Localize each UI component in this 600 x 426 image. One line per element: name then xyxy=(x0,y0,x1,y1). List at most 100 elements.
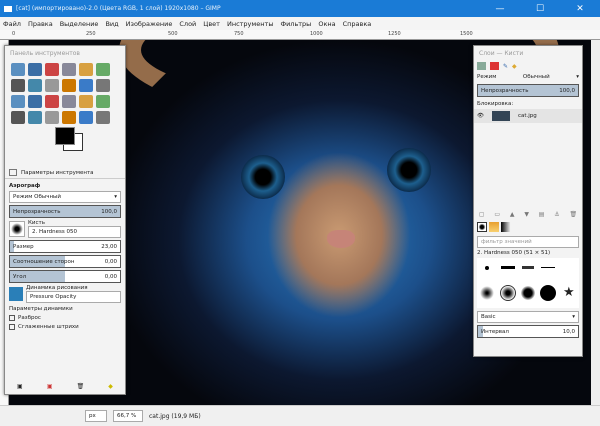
brush-field[interactable]: 2. Hardness 050 xyxy=(28,226,121,238)
tool-button-icon[interactable] xyxy=(45,95,59,108)
tab-brushes[interactable] xyxy=(477,222,487,232)
size-slider[interactable]: Размер 23,00 xyxy=(9,240,121,253)
tool-button-icon[interactable] xyxy=(96,95,110,108)
tool-button-icon[interactable] xyxy=(79,79,93,92)
tool-button-icon[interactable] xyxy=(28,63,42,76)
anchor-icon[interactable]: ⚓ xyxy=(554,211,559,218)
tool-button-icon[interactable] xyxy=(79,63,93,76)
layer-opacity-slider[interactable]: Непрозрачность 100,0 xyxy=(477,84,579,97)
tool-button-icon[interactable] xyxy=(79,95,93,108)
tool-button-icon[interactable] xyxy=(96,63,110,76)
raise-layer-icon[interactable]: ▲ xyxy=(510,211,515,218)
layer-mode-select[interactable]: Режим Обычный ▾ xyxy=(474,72,582,82)
spacing-slider[interactable]: Интервал 10,0 xyxy=(477,325,579,338)
tool-button-icon[interactable] xyxy=(11,63,25,76)
opacity-slider[interactable]: Непрозрачность 100,0 xyxy=(9,205,121,218)
horizontal-ruler[interactable]: 0 250 500 750 1000 1250 1500 xyxy=(0,30,600,40)
tab-patterns[interactable] xyxy=(489,222,499,232)
tab-paths-icon[interactable]: ✎ xyxy=(503,63,508,70)
ruler-tick: 500 xyxy=(168,31,178,37)
tool-button-icon[interactable] xyxy=(28,111,42,124)
dynamics-options-expander[interactable]: Параметры динамики xyxy=(9,306,121,312)
maximize-button[interactable]: ☐ xyxy=(520,4,560,14)
brush-item[interactable] xyxy=(540,284,557,301)
brush-item[interactable] xyxy=(541,267,556,268)
reset-options-icon[interactable]: ◆ xyxy=(108,383,113,390)
menu-edit[interactable]: Правка xyxy=(28,20,53,28)
menu-image[interactable]: Изображение xyxy=(126,20,173,28)
menu-windows[interactable]: Окна xyxy=(318,20,335,28)
menu-select[interactable]: Выделение xyxy=(60,20,99,28)
mode-select[interactable]: Режим Обычный ▾ xyxy=(9,191,121,203)
tool-button-icon[interactable] xyxy=(11,95,25,108)
lower-layer-icon[interactable]: ▼ xyxy=(524,211,529,218)
brush-item[interactable] xyxy=(485,265,490,270)
smooth-checkbox[interactable] xyxy=(9,324,15,330)
tool-button-icon[interactable] xyxy=(62,63,76,76)
menu-view[interactable]: Вид xyxy=(105,20,118,28)
delete-options-icon[interactable]: 🗑 xyxy=(77,383,85,390)
layer-row[interactable]: 👁 cat.jpg xyxy=(474,109,582,123)
brush-filter-input[interactable]: фильтр значений xyxy=(477,236,579,248)
aspect-value: 0,00 xyxy=(104,258,117,265)
menu-filters[interactable]: Фильтры xyxy=(280,20,311,28)
brush-item[interactable] xyxy=(500,266,515,269)
brush-item[interactable] xyxy=(520,285,535,300)
tool-button-icon[interactable] xyxy=(45,79,59,92)
foreground-color[interactable] xyxy=(55,127,75,145)
tool-button-icon[interactable] xyxy=(45,63,59,76)
tab-layers-icon[interactable] xyxy=(477,62,486,70)
zoom-select[interactable]: 66,7 % xyxy=(113,410,143,422)
window-title: [cat] (импортировано)-2.0 (Цвета RGB, 1 … xyxy=(16,5,221,12)
minimize-button[interactable]: — xyxy=(480,4,520,14)
close-button[interactable]: ✕ xyxy=(560,4,600,14)
new-group-icon[interactable]: ▭ xyxy=(494,211,500,218)
menu-layer[interactable]: Слой xyxy=(179,20,196,28)
tab-tool-options[interactable]: Параметры инструмента xyxy=(5,167,125,179)
aspect-label: Соотношение сторон xyxy=(13,258,75,265)
tool-button-icon[interactable] xyxy=(62,111,76,124)
tool-button-icon[interactable] xyxy=(28,95,42,108)
menu-color[interactable]: Цвет xyxy=(203,20,220,28)
brush-grid[interactable]: ★ xyxy=(477,258,579,308)
tool-button-icon[interactable] xyxy=(11,111,25,124)
tool-button-icon[interactable] xyxy=(62,79,76,92)
menu-help[interactable]: Справка xyxy=(343,20,372,28)
brush-item-selected[interactable] xyxy=(499,284,516,301)
angle-slider[interactable]: Угол 0,00 xyxy=(9,270,121,283)
brush-item[interactable] xyxy=(480,285,495,300)
chevron-down-icon: ▾ xyxy=(572,314,575,320)
menu-tools[interactable]: Инструменты xyxy=(227,20,274,28)
tool-button-icon[interactable] xyxy=(96,111,110,124)
ruler-tick: 0 xyxy=(12,31,16,37)
layer-mode-value: Обычный xyxy=(522,74,550,80)
tool-button-icon[interactable] xyxy=(96,79,110,92)
eye-icon[interactable]: 👁 xyxy=(477,113,484,119)
brush-preset-select[interactable]: Basic ▾ xyxy=(477,311,579,323)
duplicate-layer-icon[interactable]: ▤ xyxy=(539,211,545,218)
brush-item[interactable] xyxy=(521,266,534,269)
tool-name: Аэрограф xyxy=(9,183,41,189)
cat-nose xyxy=(327,230,355,248)
tool-button-icon[interactable] xyxy=(79,111,93,124)
star-brush-icon[interactable]: ★ xyxy=(563,285,575,300)
delete-layer-icon[interactable]: 🗑 xyxy=(569,211,577,218)
tab-undo-icon[interactable]: ◆ xyxy=(512,63,517,70)
tool-button-icon[interactable] xyxy=(28,79,42,92)
new-layer-icon[interactable]: ▢ xyxy=(479,211,485,218)
menu-file[interactable]: Файл xyxy=(3,20,21,28)
brush-preview[interactable] xyxy=(9,221,25,237)
tab-gradients[interactable] xyxy=(501,222,511,232)
tool-button-icon[interactable] xyxy=(11,79,25,92)
save-options-icon[interactable]: ▣ xyxy=(17,383,23,390)
unit-select[interactable]: px xyxy=(85,410,107,422)
tool-button-icon[interactable] xyxy=(62,95,76,108)
tab-channels-icon[interactable] xyxy=(490,62,499,70)
jitter-checkbox[interactable] xyxy=(9,315,15,321)
restore-options-icon[interactable]: ▣ xyxy=(47,383,53,390)
layer-thumbnail xyxy=(491,111,510,121)
vertical-scrollbar[interactable] xyxy=(591,40,600,405)
dynamics-field[interactable]: Pressure Opacity xyxy=(26,291,121,303)
aspect-slider[interactable]: Соотношение сторон 0,00 xyxy=(9,255,121,268)
tool-button-icon[interactable] xyxy=(45,111,59,124)
